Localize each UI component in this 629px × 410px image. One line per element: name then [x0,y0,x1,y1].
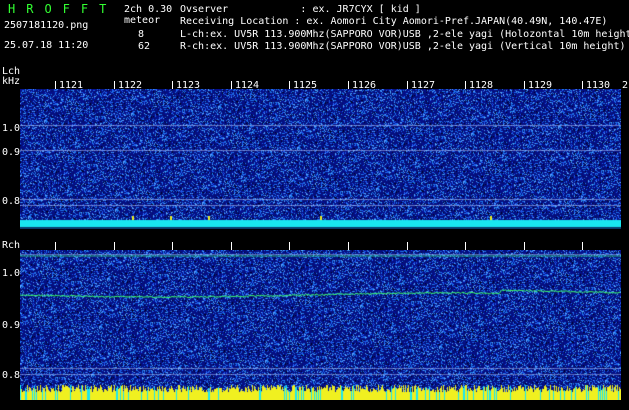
location-line: Receiving Location : ex. Aomori City Aom… [180,16,608,27]
time-tick-mark [289,242,290,250]
lch-ytick-3: 0.8 [2,196,21,207]
time-tick-mark [348,81,349,89]
lch-meteor-count: 8 [138,29,145,40]
time-tick-mark [582,81,583,89]
time-tick-mark [172,81,173,89]
rch-label: Rch [2,240,21,251]
time-tick-mark [348,242,349,250]
time-tick-mark [465,81,466,89]
observer-line: Ovserver : ex. JR7CYX [ kid ] [180,4,421,15]
rch-ytick-2: 0.9 [2,320,21,331]
time-tick-mark [407,242,408,250]
rch-ytick-1: 1.0 [2,268,21,279]
lch-ytick-2: 0.9 [2,147,21,158]
time-tick-mark [289,81,290,89]
time-tick-mark [465,242,466,250]
filename-label: 2507181120.png [4,20,89,31]
lch-spectrogram [20,89,621,229]
time-tick-mark [55,242,56,250]
lch-receiver-line: L-ch:ex. UV5R 113.900Mhz(SAPPORO VOR)USB… [180,29,629,40]
time-tick-mark [582,242,583,250]
rch-meteor-count: 62 [138,41,151,52]
lch-unit: kHz [2,76,21,87]
time-tick-mark [114,81,115,89]
meteor-label: meteor [124,15,161,26]
time-tick-mark [524,242,525,250]
time-tick-mark [231,81,232,89]
rch-ytick-3: 0.8 [2,370,21,381]
lch-ytick-1: 1.0 [2,123,21,134]
time-tick-mark [55,81,56,89]
datetime-label: 25.07.18 11:20 [4,40,89,51]
time-tick-mark [524,81,525,89]
time-tick-mark [114,242,115,250]
time-tick-mark [407,81,408,89]
trailing-tick-label: 2 [622,80,629,91]
rch-spectrogram [20,250,621,400]
rch-receiver-line: R-ch:ex. UV5R 113.900Mhz(SAPPORO VOR)USB… [180,41,626,52]
time-tick-mark [172,242,173,250]
time-tick-mark [231,242,232,250]
version-label: 2ch 0.30 [124,4,173,15]
app-logo: HROFFT [8,2,118,16]
